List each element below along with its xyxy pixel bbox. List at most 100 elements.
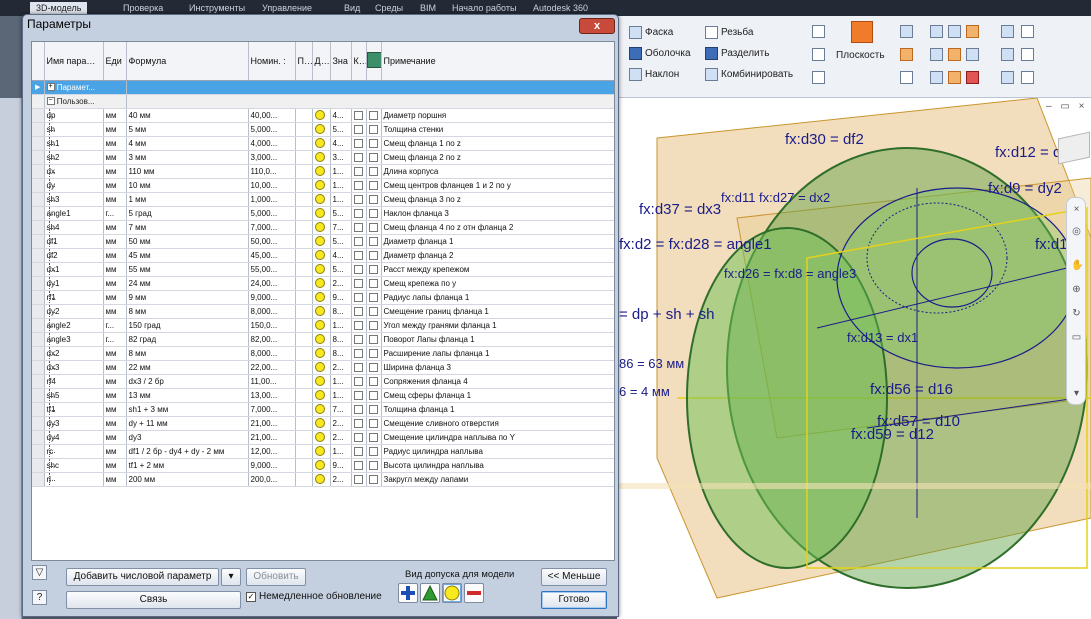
row-selector[interactable]: [32, 150, 45, 165]
parameter-comment[interactable]: Диаметр поршня: [381, 108, 614, 123]
table-row[interactable]: rf4 мм dx3 / 2 бр 11,00... 1... Сопряжения фл…: [32, 374, 614, 389]
row-selector[interactable]: [32, 276, 45, 291]
parameter-tolerance[interactable]: [312, 472, 331, 487]
export-checkbox[interactable]: [368, 138, 378, 148]
parameter-formula[interactable]: 10 мм: [126, 178, 249, 193]
export-checkbox[interactable]: [368, 460, 378, 470]
key-checkbox[interactable]: [353, 236, 363, 246]
parameter-export[interactable]: [366, 178, 382, 193]
parameter-formula[interactable]: 200 мм: [126, 472, 249, 487]
parameter-rule[interactable]: [295, 360, 313, 375]
table-row[interactable]: rc мм df1 / 2 бр - dy4 + dy - 2 мм 12,00...…: [32, 444, 614, 459]
table-row[interactable]: df1 мм 50 мм 50,00... 5... Диаметр фланца 1: [32, 234, 614, 249]
parameter-rule[interactable]: [295, 234, 313, 249]
parameter-rule[interactable]: [295, 248, 313, 263]
plane-label[interactable]: Плоскость: [836, 50, 885, 61]
parameter-tolerance[interactable]: [312, 444, 331, 459]
axis-point-icon[interactable]: [900, 48, 913, 61]
table-row[interactable]: dy2 мм 8 мм 8,000... 8... Смещение границ фла…: [32, 304, 614, 319]
row-selector[interactable]: [32, 192, 45, 207]
add-numeric-parameter-button[interactable]: Добавить числовой параметр: [66, 568, 219, 586]
parameter-export[interactable]: [366, 374, 382, 389]
parameter-key[interactable]: [351, 220, 367, 235]
parameter-comment[interactable]: Длина корпуса: [381, 164, 614, 179]
parameter-name[interactable]: df1: [44, 234, 104, 249]
split-button[interactable]: Разделить: [705, 45, 769, 62]
parameter-tolerance[interactable]: [312, 346, 331, 361]
parameter-tolerance[interactable]: [312, 332, 331, 347]
parameter-name[interactable]: dp: [44, 108, 104, 123]
parameter-unit[interactable]: мм: [103, 178, 127, 193]
group-expander[interactable]: +: [46, 83, 55, 92]
dim-label[interactable]: 6 = 4 мм: [619, 384, 670, 399]
key-checkbox[interactable]: [353, 292, 363, 302]
parameter-formula[interactable]: 5 мм: [126, 122, 249, 137]
parameter-comment[interactable]: Поворот Лапы фланца 1: [381, 332, 614, 347]
parameter-unit[interactable]: мм: [103, 164, 127, 179]
plane-icon[interactable]: [851, 21, 873, 43]
parameter-name[interactable]: rl: [44, 472, 104, 487]
parameter-rule[interactable]: [295, 178, 313, 193]
parameter-formula[interactable]: df1 / 2 бр - dy4 + dy - 2 мм: [126, 444, 249, 459]
dim-label[interactable]: fx:d57 = d10: [877, 413, 960, 430]
parameter-name[interactable]: angle1: [44, 206, 104, 221]
table-row[interactable]: sh1 мм 4 мм 4,000... 4... Смещ фланца 1 по z: [32, 136, 614, 151]
parameter-export[interactable]: [366, 430, 382, 445]
parameter-comment[interactable]: Наклон фланца 3: [381, 206, 614, 221]
parameter-formula[interactable]: 3 мм: [126, 150, 249, 165]
dim-label[interactable]: fx:d11 fx:d27 = dx2: [721, 190, 830, 205]
export-checkbox[interactable]: [368, 180, 378, 190]
parameter-unit[interactable]: мм: [103, 276, 127, 291]
parameter-name[interactable]: angle2: [44, 318, 104, 333]
key-checkbox[interactable]: [353, 432, 363, 442]
parameter-key[interactable]: [351, 388, 367, 403]
export-checkbox[interactable]: [368, 320, 378, 330]
parameter-unit[interactable]: мм: [103, 262, 127, 277]
immediate-update-checkbox[interactable]: ✓ Немедленное обновление: [246, 591, 382, 602]
parameter-formula[interactable]: 5 град: [126, 206, 249, 221]
parameter-export[interactable]: [366, 122, 382, 137]
parameter-tolerance[interactable]: [312, 402, 331, 417]
parameter-key[interactable]: [351, 332, 367, 347]
parameter-unit[interactable]: г...: [103, 332, 127, 347]
table-row[interactable]: dy4 мм dy3 21,00... 2... Смещение цилиндра на…: [32, 430, 614, 445]
export-checkbox[interactable]: [368, 474, 378, 484]
parameter-rule[interactable]: [295, 430, 313, 445]
export-checkbox[interactable]: [368, 194, 378, 204]
parameter-export[interactable]: [366, 150, 382, 165]
dim-label[interactable]: fx:d56 = d16: [870, 381, 953, 398]
parameter-key[interactable]: [351, 290, 367, 305]
parameter-export[interactable]: [366, 402, 382, 417]
parameter-key[interactable]: [351, 444, 367, 459]
parameter-name[interactable]: df2: [44, 248, 104, 263]
parameter-comment[interactable]: Радиус цилиндра наплыва: [381, 444, 614, 459]
row-selector[interactable]: [32, 430, 45, 445]
sketch-2d-icon[interactable]: [900, 25, 913, 38]
group-row-user-parameters[interactable]: − Пользов...: [32, 94, 614, 109]
row-selector[interactable]: [32, 262, 45, 277]
header-name[interactable]: Имя параметра: [44, 42, 104, 81]
key-checkbox[interactable]: [353, 138, 363, 148]
bim-exchange-icon[interactable]: [1001, 25, 1014, 38]
median-tolerance-button[interactable]: [420, 583, 440, 603]
parameter-key[interactable]: [351, 430, 367, 445]
group-row-model-parameters[interactable]: ▶ + Парамет...: [32, 80, 614, 95]
parameter-formula[interactable]: 150 град: [126, 318, 249, 333]
parameter-comment[interactable]: Закругл между лапами: [381, 472, 614, 487]
row-selector[interactable]: [32, 318, 45, 333]
parameter-export[interactable]: [366, 136, 382, 151]
parameter-name[interactable]: sh: [44, 122, 104, 137]
parameter-comment[interactable]: Расст между крепежом: [381, 262, 614, 277]
header-key[interactable]: Кли: [351, 42, 367, 81]
ucs-icon[interactable]: [812, 48, 825, 61]
row-selector[interactable]: [32, 164, 45, 179]
parameter-name[interactable]: rc: [44, 444, 104, 459]
parameter-comment[interactable]: Смещение сливного отверстия: [381, 416, 614, 431]
key-checkbox[interactable]: [353, 250, 363, 260]
parameter-rule[interactable]: [295, 472, 313, 487]
table-row[interactable]: dx2 мм 8 мм 8,000... 8... Расширение лапы фла…: [32, 346, 614, 361]
parameter-formula[interactable]: 8 мм: [126, 304, 249, 319]
sculpt-icon[interactable]: [1001, 71, 1014, 84]
table-row[interactable]: dy1 мм 24 мм 24,00... 2... Смещ крепежа по у: [32, 276, 614, 291]
pan-icon[interactable]: ✋: [1071, 260, 1083, 271]
